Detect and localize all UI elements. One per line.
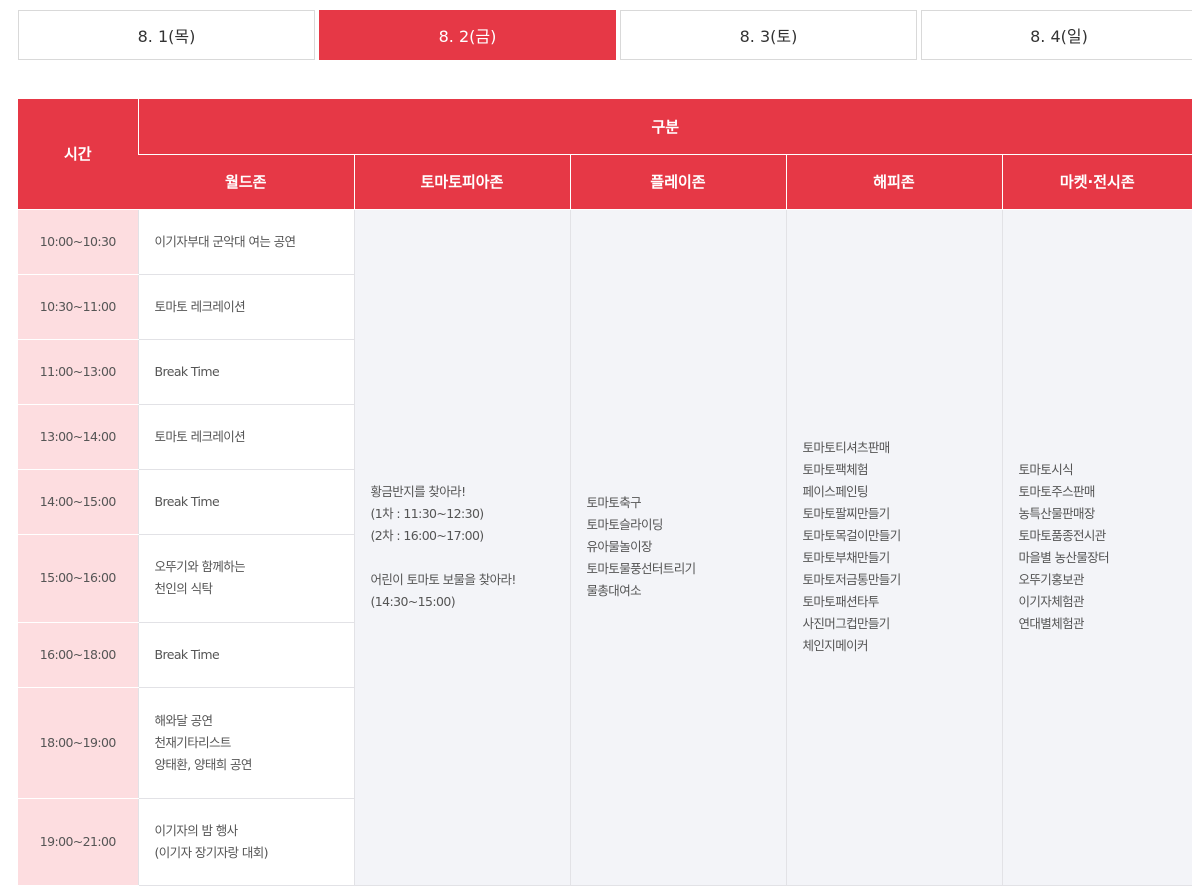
event-text: 마을별 농산물장터 bbox=[1018, 550, 1110, 565]
event-text: (이기자 장기자랑 대회) bbox=[154, 844, 269, 860]
event-text: 농특산물판매장 bbox=[1018, 506, 1096, 521]
event-text: 체인지메이커 bbox=[802, 638, 869, 653]
event-text: 토마토티셔츠판매 bbox=[802, 440, 891, 455]
schedule-table: 시간 구분 월드존 토마토피아존 플레이존 해피존 마켓·전시존 10:00~1… bbox=[18, 99, 1192, 886]
event-text: 물총대여소 bbox=[586, 583, 642, 598]
event-text: (14:30~15:00) bbox=[370, 594, 456, 609]
event-text: 이기자부대 군악대 여는 공연 bbox=[154, 233, 297, 249]
event-text: 토마토시식 bbox=[1018, 462, 1074, 477]
time-cell: 13:00~14:00 bbox=[18, 404, 138, 470]
header-zone-happy: 해피존 bbox=[785, 154, 1002, 210]
tab-aug-3[interactable]: 8. 3(토) bbox=[620, 10, 917, 60]
event-text: Break Time bbox=[154, 493, 220, 509]
event-text: (2차 : 16:00~17:00) bbox=[370, 528, 485, 543]
event-text: 토마토목걸이만들기 bbox=[802, 528, 902, 543]
event-text: 토마토축구 bbox=[586, 495, 642, 510]
header-zone-tomatopia: 토마토피아존 bbox=[353, 154, 570, 210]
world-cell: 토마토 레크레이션 bbox=[137, 274, 354, 340]
event-text: 토마토부채만들기 bbox=[802, 550, 891, 565]
time-cell: 10:00~10:30 bbox=[18, 209, 138, 275]
event-text: 사진머그컵만들기 bbox=[802, 616, 891, 631]
market-cell: 토마토시식 토마토주스판매 농특산물판매장 토마토품종전시관 마을별 농산물장터… bbox=[1001, 209, 1192, 886]
event-text: 이기자의 밤 행사 bbox=[154, 822, 239, 838]
tomatopia-cell: 황금반지를 찾아라! (1차 : 11:30~12:30) (2차 : 16:0… bbox=[353, 209, 570, 886]
event-text: 오뚜기홍보관 bbox=[1018, 572, 1085, 587]
event-text: 토마토주스판매 bbox=[1018, 484, 1096, 499]
time-cell: 14:00~15:00 bbox=[18, 469, 138, 535]
event-text: 토마토물풍선터트리기 bbox=[586, 561, 697, 576]
event-text: Break Time bbox=[154, 646, 220, 662]
time-cell: 15:00~16:00 bbox=[18, 534, 138, 623]
event-text: 토마토저금통만들기 bbox=[802, 572, 902, 587]
world-cell: 해와달 공연 천재기타리스트 양태환, 양태희 공연 bbox=[137, 687, 354, 799]
event-text: 연대별체험관 bbox=[1018, 616, 1085, 631]
time-cell: 19:00~21:00 bbox=[18, 798, 138, 886]
time-cell: 18:00~19:00 bbox=[18, 687, 138, 799]
event-text: 페이스페인팅 bbox=[802, 484, 869, 499]
event-text: 토마토 레크레이션 bbox=[154, 428, 246, 444]
event-text: 토마토팩체험 bbox=[802, 462, 869, 477]
tab-aug-4[interactable]: 8. 4(일) bbox=[921, 10, 1192, 60]
time-cell: 10:30~11:00 bbox=[18, 274, 138, 340]
event-text: 황금반지를 찾아라! bbox=[370, 484, 467, 499]
world-cell: 오뚜기와 함께하는 천인의 식탁 bbox=[137, 534, 354, 623]
event-text: Break Time bbox=[154, 363, 220, 379]
event-text: 천인의 식탁 bbox=[154, 581, 213, 596]
world-cell: 토마토 레크레이션 bbox=[137, 404, 354, 470]
happy-cell: 토마토티셔츠판매 토마토팩체험 페이스페인팅 토마토팔찌만들기 토마토목걸이만들… bbox=[785, 209, 1002, 886]
tab-aug-1[interactable]: 8. 1(목) bbox=[18, 10, 315, 60]
header-category: 구분 bbox=[137, 99, 1192, 155]
world-cell: Break Time bbox=[137, 339, 354, 405]
event-text: 해와달 공연 bbox=[154, 712, 213, 728]
event-text: 토마토슬라이딩 bbox=[586, 517, 664, 532]
event-text: 오뚜기와 함께하는 bbox=[154, 559, 246, 574]
header-zone-play: 플레이존 bbox=[569, 154, 786, 210]
event-text: 양태환, 양태희 공연 bbox=[154, 756, 253, 772]
event-text: 토마토패션타투 bbox=[802, 594, 880, 609]
header-zone-market: 마켓·전시존 bbox=[1001, 154, 1192, 210]
event-text: 유아물놀이장 bbox=[586, 539, 653, 554]
event-text: 천재기타리스트 bbox=[154, 734, 232, 750]
event-text: 토마토품종전시관 bbox=[1018, 528, 1107, 543]
event-text: 토마토팔찌만들기 bbox=[802, 506, 891, 521]
world-cell: 이기자의 밤 행사 (이기자 장기자랑 대회) bbox=[137, 798, 354, 886]
time-cell: 11:00~13:00 bbox=[18, 339, 138, 405]
header-zone-world: 월드존 bbox=[138, 154, 354, 210]
event-text: 토마토 레크레이션 bbox=[154, 298, 246, 314]
event-text: (1차 : 11:30~12:30) bbox=[370, 506, 485, 521]
event-text: 어린이 토마토 보물을 찾아라! bbox=[370, 572, 517, 587]
world-cell: Break Time bbox=[137, 469, 354, 535]
world-cell: 이기자부대 군악대 여는 공연 bbox=[137, 209, 354, 275]
date-tabs: 8. 1(목) 8. 2(금) 8. 3(토) 8. 4(일) bbox=[18, 10, 1192, 60]
play-cell: 토마토축구 토마토슬라이딩 유아물놀이장 토마토물풍선터트리기 물총대여소 bbox=[569, 209, 786, 886]
time-cell: 16:00~18:00 bbox=[18, 622, 138, 688]
world-cell: Break Time bbox=[137, 622, 354, 688]
event-text: 이기자체험관 bbox=[1018, 594, 1085, 609]
tab-aug-2[interactable]: 8. 2(금) bbox=[319, 10, 616, 60]
header-time: 시간 bbox=[18, 99, 138, 210]
